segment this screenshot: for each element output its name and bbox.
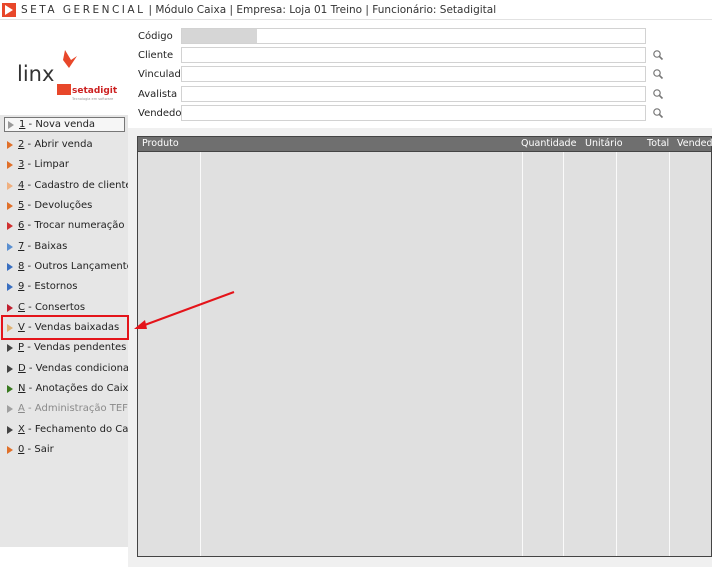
menu-arrow-icon <box>7 181 13 190</box>
menu-item-2[interactable]: 2 - Abrir venda <box>4 137 125 152</box>
grid-column-line <box>563 152 564 556</box>
menu-item-n[interactable]: N - Anotações do Caixa <box>4 381 135 396</box>
menu-arrow-icon <box>7 201 13 210</box>
menu-item-3[interactable]: 3 - Limpar <box>4 157 125 172</box>
menu-arrow-icon <box>7 445 13 454</box>
menu-item-0[interactable]: 0 - Sair <box>4 442 125 457</box>
avalista-search-icon[interactable] <box>652 88 664 100</box>
svg-text:Tecnologia em software: Tecnologia em software <box>71 97 113 101</box>
menu-item-label: - Anotações do Caixa <box>25 383 135 394</box>
menu-item-1[interactable]: 1 - Nova venda <box>4 117 125 132</box>
menu-item-4[interactable]: 4 - Cadastro de clientes <box>4 178 137 193</box>
menu-arrow-icon <box>7 221 13 230</box>
menu-item-label: - Consertos <box>24 302 86 313</box>
menu-arrow-icon <box>8 120 14 129</box>
menu-item-a[interactable]: A - Administração TEF <box>4 401 128 416</box>
menu-item-shortcut: X <box>18 424 25 435</box>
app-name: SETA GERENCIAL <box>21 3 146 16</box>
menu-item-label: - Devoluções <box>24 200 93 211</box>
col-unitario[interactable]: Unitário <box>585 138 623 149</box>
menu-item-p[interactable]: P - Vendas pendentes <box>4 340 127 355</box>
grid-column-line <box>669 152 670 556</box>
menu-arrow-icon <box>7 303 13 312</box>
menu-item-shortcut: D <box>18 363 26 374</box>
menu-item-label: - Nova venda <box>25 119 96 130</box>
menu-item-label: - Abrir venda <box>24 139 93 150</box>
menu-item-label: - Limpar <box>24 159 70 170</box>
vendedor-input[interactable] <box>181 105 646 121</box>
linx-logo: linx setadigital Tecnologia em software <box>17 48 126 113</box>
vendedor-label: Vendedor <box>138 108 186 119</box>
menu-item-label: - Administração TEF <box>24 403 128 414</box>
menu-item-label: - Fechamento do Caixa <box>24 424 144 435</box>
menu-arrow-icon <box>7 242 13 251</box>
products-grid[interactable]: Produto Quantidade Unitário Total Vended… <box>137 136 712 557</box>
vinculada-label: Vinculada <box>138 69 187 80</box>
menu-arrow-icon <box>7 160 13 169</box>
avalista-label: Avalista <box>138 89 178 100</box>
menu-item-7[interactable]: 7 - Baixas <box>4 239 125 254</box>
col-total[interactable]: Total <box>647 138 669 149</box>
menu-arrow-icon <box>7 343 13 352</box>
vinculada-search-icon[interactable] <box>652 68 664 80</box>
avalista-input[interactable] <box>181 86 646 102</box>
codigo-value-area <box>182 29 257 43</box>
codigo-input[interactable] <box>181 28 646 44</box>
menu-item-shortcut: C <box>18 302 25 313</box>
menu-item-label: - Outros Lançamentos <box>24 261 139 272</box>
col-quantidade[interactable]: Quantidade <box>521 138 576 149</box>
vinculada-input[interactable] <box>181 66 646 82</box>
menu-arrow-icon <box>7 364 13 373</box>
menu-item-9[interactable]: 9 - Estornos <box>4 279 125 294</box>
app-logo-icon <box>2 2 16 17</box>
menu-item-label: - Baixas <box>24 241 68 252</box>
col-produto[interactable]: Produto <box>142 138 179 149</box>
annotation-highlight-box <box>1 315 129 340</box>
menu-item-d[interactable]: D - Vendas condicionais <box>4 361 137 376</box>
menu-item-label: - Vendas pendentes <box>24 342 127 353</box>
menu-item-x[interactable]: X - Fechamento do Caixa <box>4 422 143 437</box>
menu-item-shortcut: N <box>18 383 26 394</box>
annotation-arrow-icon <box>134 291 235 329</box>
menu-item-shortcut: A <box>18 403 25 414</box>
menu-arrow-icon <box>7 282 13 291</box>
menu-item-8[interactable]: 8 - Outros Lançamentos <box>4 259 138 274</box>
menu-item-label: - Vendas condicionais <box>25 363 138 374</box>
menu-arrow-icon <box>7 262 13 271</box>
menu-arrow-icon <box>7 384 13 393</box>
menu-item-label: - Estornos <box>24 281 78 292</box>
grid-column-line <box>200 152 201 556</box>
grid-column-line <box>616 152 617 556</box>
menu-item-label: - Sair <box>24 444 54 455</box>
menu-item-label: - Cadastro de clientes <box>24 180 137 191</box>
menu-item-c[interactable]: C - Consertos <box>4 300 125 315</box>
menu-item-6[interactable]: 6 - Trocar numeração <box>4 218 125 233</box>
menu-arrow-icon <box>7 404 13 413</box>
codigo-label: Código <box>138 31 173 42</box>
menu-item-label: - Trocar numeração <box>24 220 125 231</box>
cliente-label: Cliente <box>138 50 174 61</box>
vendedor-search-icon[interactable] <box>652 107 664 119</box>
svg-text:linx: linx <box>17 62 54 86</box>
cliente-search-icon[interactable] <box>652 49 664 61</box>
menu-arrow-icon <box>7 425 13 434</box>
sale-form: Código Cliente Vinculada Avalista Vended… <box>128 20 712 135</box>
svg-text:setadigital: setadigital <box>72 86 117 96</box>
grid-header: Produto Quantidade Unitário Total Vended… <box>138 137 712 152</box>
cliente-input[interactable] <box>181 47 646 63</box>
linx-logo-icon: linx setadigital Tecnologia em software <box>17 50 126 101</box>
window-info: | Módulo Caixa | Empresa: Loja 01 Treino… <box>148 3 497 16</box>
col-vendedor[interactable]: Vendedo <box>677 138 712 149</box>
title-bar: SETA GERENCIAL | Módulo Caixa | Empresa:… <box>0 0 712 20</box>
menu-item-5[interactable]: 5 - Devoluções <box>4 198 125 213</box>
grid-area: Produto Quantidade Unitário Total Vended… <box>128 128 712 567</box>
menu-arrow-icon <box>7 140 13 149</box>
grid-column-line <box>522 152 523 556</box>
